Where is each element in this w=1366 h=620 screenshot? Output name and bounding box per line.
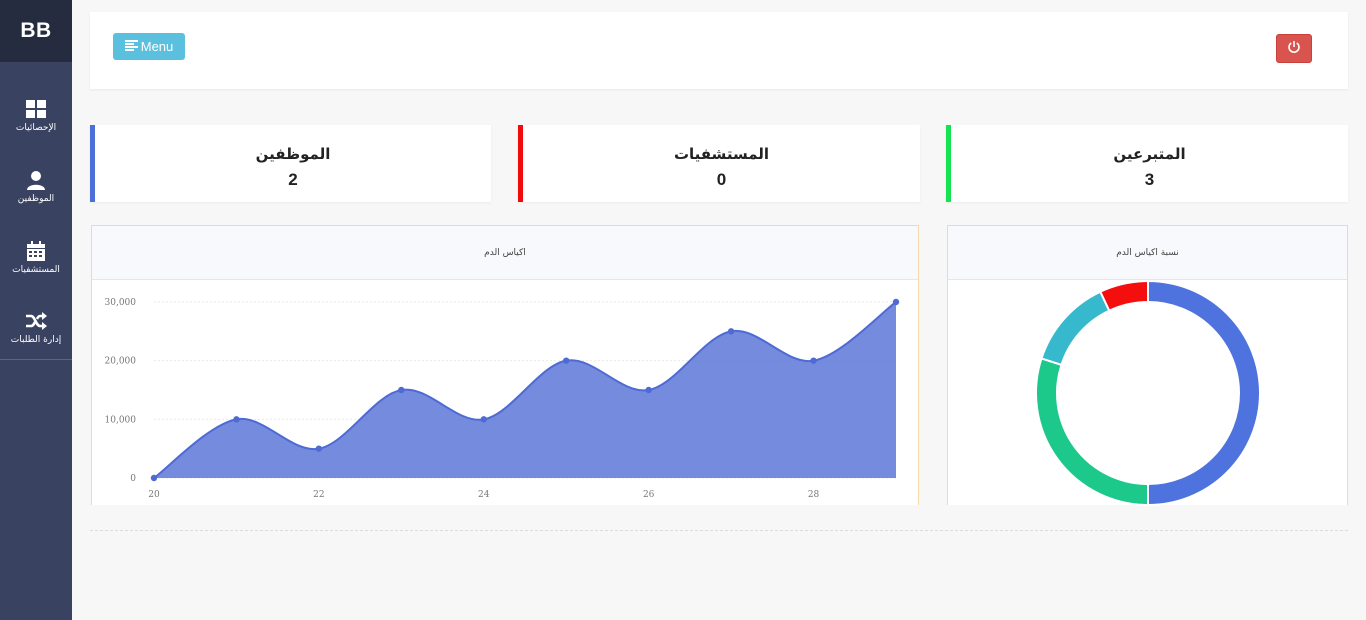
sidebar-item-label: الموظفين [17, 194, 55, 204]
blood-bags-ratio-card: نسبة اكياس الدم [947, 225, 1348, 506]
sidebar-nav: الإحصائيات الموظفين المستشفيات إدارة الط… [0, 98, 72, 360]
stat-value: 2 [288, 170, 298, 189]
donut-slice [1040, 290, 1111, 367]
stat-title: المستشفيات [673, 145, 770, 163]
calendar-icon [25, 240, 47, 262]
x-tick-label: 26 [643, 490, 655, 500]
sidebar-item-label: إدارة الطلبات [10, 335, 62, 345]
chart-title: اكياس الدم [92, 226, 918, 280]
stat-card-employees: الموظفين 2 [90, 125, 491, 202]
y-tick-label: 20,000 [105, 357, 137, 367]
data-point [727, 328, 735, 335]
shuffle-icon [25, 310, 47, 332]
x-tick-label: 24 [478, 490, 490, 500]
stat-title: الموظفين [255, 145, 331, 163]
sidebar-item-statistics[interactable]: الإحصائيات [0, 98, 72, 133]
chart-title: نسبة اكياس الدم [948, 226, 1347, 280]
user-icon [25, 169, 47, 191]
donut-slice [1147, 280, 1261, 506]
y-tick-label: 10,000 [105, 415, 137, 425]
data-point [233, 416, 240, 423]
stat-card-donors: المتبرعين 3 [946, 125, 1348, 202]
data-point [150, 474, 158, 482]
menu-button-label: Menu [140, 39, 174, 54]
logout-button[interactable] [1276, 34, 1312, 63]
blood-bags-chart-card: اكياس الدم 0 10,000 20,000 30,000 20 22 24 26 28 [91, 225, 919, 505]
x-tick-label: 20 [148, 490, 160, 500]
stat-value: 3 [1144, 170, 1155, 189]
stat-title: المتبرعين [1113, 145, 1186, 163]
brand-logo[interactable]: BB [0, 0, 72, 62]
menu-button[interactable]: Menu [113, 33, 185, 60]
content-divider [90, 530, 1348, 531]
sidebar-item-hospitals[interactable]: المستشفيات [0, 240, 72, 275]
area-chart: 0 10,000 20,000 30,000 20 22 24 26 28 [105, 298, 900, 500]
x-tick-label: 22 [313, 490, 324, 500]
sidebar-item-employees[interactable]: الموظفين [0, 169, 72, 204]
donut-chart [1035, 280, 1261, 506]
grid-icon [25, 98, 47, 120]
menu-lines-icon [124, 39, 138, 54]
sidebar-item-label: الإحصائيات [15, 123, 57, 133]
sidebar-item-requests[interactable]: إدارة الطلبات [0, 310, 72, 345]
donut-slice [1098, 280, 1149, 312]
sidebar: BB الإحصائيات الموظفين المستشفيات إدارة … [0, 0, 72, 620]
data-point [645, 386, 652, 394]
data-point [480, 416, 487, 423]
y-tick-label: 0 [130, 474, 136, 484]
stat-card-hospitals: المستشفيات 0 [518, 125, 920, 202]
data-point [563, 357, 570, 364]
sidebar-item-label: المستشفيات [12, 265, 60, 275]
top-header: Menu [90, 12, 1348, 89]
y-tick-label: 30,000 [105, 298, 137, 308]
data-point [892, 298, 900, 306]
power-icon [1287, 39, 1301, 58]
stat-value: 0 [716, 170, 727, 189]
data-point [315, 445, 323, 452]
donut-slice [1035, 357, 1149, 506]
data-point [810, 357, 817, 364]
data-point [398, 386, 405, 394]
x-tick-label: 28 [808, 490, 820, 500]
